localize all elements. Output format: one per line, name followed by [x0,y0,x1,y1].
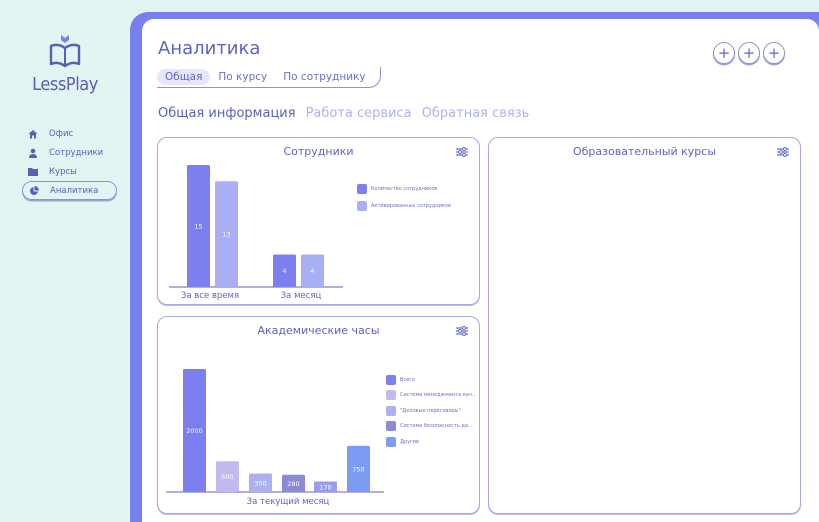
legend-label: Количество сотрудников [371,185,438,192]
sidebar-item-office[interactable]: Офис [24,124,120,143]
brand-name: LessPlay [32,74,98,95]
legend-item: Активированных сотрудников [357,197,451,214]
tab-feedback[interactable]: Обратная связь [422,106,530,121]
bar-value-label: 300 [254,479,266,487]
legend-swatch [386,374,396,385]
bar-value-label: 750 [352,465,364,473]
sidebar-nav: Офис Сотрудники Курсы Аналитика [22,124,120,200]
add-button-2[interactable]: + [738,42,760,64]
sidebar-item-employees[interactable]: Сотрудники [24,143,120,162]
bar-value-label: 2000 [186,427,203,435]
legend-label: Активированных сотрудников [371,202,451,209]
section-tabs: Общая информация Работа сервиса Обратная… [158,106,529,121]
tab-by-employee[interactable]: По сотруднику [275,69,373,85]
tab-by-course[interactable]: По курсу [210,69,275,85]
legend-swatch [386,421,396,432]
bar-value-label: 280 [287,480,299,488]
pie-chart-icon [28,185,40,197]
filter-icon[interactable] [777,147,789,157]
bar-value-label: 500 [221,473,233,481]
employees-chart: 15 13 4 4 [169,165,343,288]
brand-logo[interactable]: LessPlay [0,34,130,95]
home-icon [27,128,39,140]
card-title: Образовательный курсы [572,145,717,158]
book-logo-icon [49,35,81,68]
sidebar-item-label: Сотрудники [49,147,104,158]
tab-general-info[interactable]: Общая информация [158,106,296,121]
legend-label: Всего [400,376,415,383]
legend-item: Другие [386,434,477,450]
sidebar-item-label: Аналитика [50,185,99,196]
legend-swatch [386,390,396,401]
legend-item: Система безопасность да... [386,419,477,435]
bar-value-label: 13 [222,231,230,239]
bar-value-label: 4 [282,267,286,275]
page-title: Аналитика [158,38,261,59]
tab-service-work[interactable]: Работа сервиса [306,106,412,121]
employees-legend: Количество сотрудников Активированных со… [357,180,451,214]
sidebar-item-label: Курсы [49,166,77,177]
legend-swatch [386,405,396,416]
legend-item: Система менеджмента кач... [386,388,477,404]
hours-card: Академические часы 2000 500 300 280 170 750 В… [157,316,480,514]
bar-value-label: 4 [310,267,314,275]
folder-icon [27,166,39,178]
x-tick-label: За месяц [280,291,322,301]
bar-value-label: 170 [319,483,331,491]
employees-card: Сотрудники 15 13 4 4 Количество сотрудников… [157,137,480,305]
legend-swatch [357,200,367,211]
sidebar-item-courses[interactable]: Курсы [24,162,120,181]
legend-label: Система безопасность да... [400,423,473,430]
legend-label: Другие [400,438,419,445]
add-button-1[interactable]: + [713,42,735,64]
legend-item: Всего [386,372,477,388]
legend-item: Количество сотрудников [357,180,451,197]
sidebar-item-analytics[interactable]: Аналитика [22,181,117,200]
courses-card: Образовательный курсы [488,137,801,514]
legend-label: Система менеджмента кач... [400,392,477,399]
hours-legend: Всего Система менеджмента кач... "Деловы… [386,372,477,450]
x-tick-label: За все время [180,291,240,301]
sidebar: LessPlay Офис Сотрудники Курсы Аналитика [0,0,130,522]
legend-swatch [386,436,396,447]
legend-item: "Деловые переговоры" [386,403,477,419]
sidebar-item-label: Офис [49,128,74,139]
bar-value-label: 15 [194,223,202,231]
tab-general[interactable]: Общая [157,69,211,85]
legend-label: "Деловые переговоры" [400,407,461,414]
person-icon [27,147,39,159]
x-tick-label: За текущий месяц [246,497,330,507]
action-buttons: + + + [713,42,785,64]
add-button-3[interactable]: + [763,42,785,64]
view-tabs: Общая По курсу По сотруднику [157,67,381,88]
legend-swatch [357,183,367,194]
